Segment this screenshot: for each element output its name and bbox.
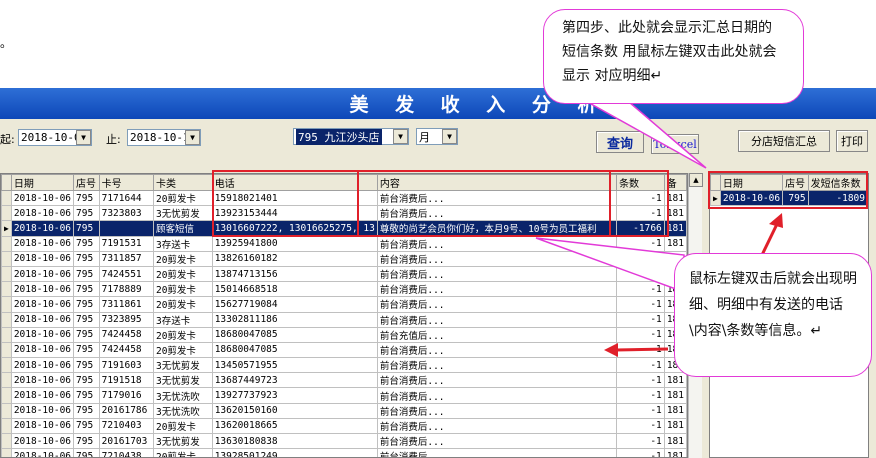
- step4-callout: 第四步、此处就会显示汇总日期的短信条数 用鼠标左键双击此处就会显示 对应明细↵: [543, 9, 804, 104]
- detail-callout-pointer: [535, 237, 685, 294]
- detail-callout: 鼠标左键双击后就会出现明细、明细中有发送的电话\内容\条数等信息。↵: [674, 253, 872, 377]
- arrow-to-detail-icon: [604, 343, 618, 357]
- arrow-to-summary-icon: [769, 213, 783, 228]
- app-window: 。 美 发 收 入 分 析 起: 2018-10-01 ▼ 止: 2018-10…: [0, 0, 876, 458]
- arrow-to-detail-icon: [615, 347, 669, 352]
- arrow-to-summary-icon: [760, 221, 780, 256]
